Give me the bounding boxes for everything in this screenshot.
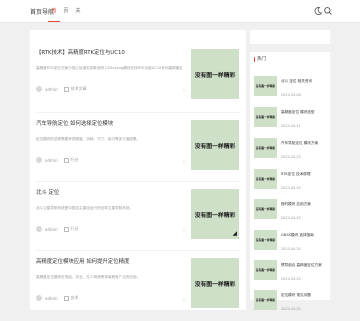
sidebar-spacer: [250, 30, 330, 44]
thumbnail-text: 没有图一样精彩: [194, 143, 236, 150]
sidebar-post-title[interactable]: 授时模块 应用方案: [281, 202, 311, 207]
article-list: 【RTK技术】高精度RTK定位与UC10 高精度RTK定位方案介绍以及相关参数说…: [30, 30, 246, 310]
folder-icon: [63, 86, 69, 92]
thumbnail-text: 没有图一样精彩: [194, 72, 236, 79]
sidebar-post[interactable]: 没有图一样精彩 汽车导航定位 模块方案 2023-04-23: [254, 138, 328, 160]
chevron-right-icon[interactable]: ›: [183, 88, 185, 94]
article-excerpt: 定位模块的选择需要考虑精度、功耗、尺寸、接口等多方面因素。: [36, 137, 141, 141]
corner-mark-icon: ◢: [232, 231, 237, 237]
article-card[interactable]: 北斗 定位 北斗卫星导航系统是中国自主建设运行的全球卫星导航系统。 admin …: [36, 181, 240, 252]
sidebar-post-title[interactable]: RTK定位 技术原理: [281, 172, 311, 177]
sidebar-post-title[interactable]: 定位模块 常见问题: [281, 293, 311, 298]
article-author[interactable]: admin: [45, 158, 58, 163]
thumbnail-text: 没有图一样精彩: [255, 146, 276, 150]
sidebar-post[interactable]: 没有图一样精彩 GNSS模块 选择指南 2023-04-25: [254, 230, 328, 252]
article-meta: admin 技术: [36, 294, 79, 302]
sidebar-post-thumbnail[interactable]: 没有图一样精彩: [254, 230, 277, 250]
article-excerpt: 高精度RTK定位方案介绍以及相关参数说明 UC6xxxxg模块支持RTK功能UC…: [36, 66, 182, 70]
article-thumbnail[interactable]: 没有图一样精彩: [191, 120, 239, 170]
folder-icon: [63, 157, 69, 163]
thumbnail-text: 没有图一样精彩: [255, 207, 276, 211]
sidebar-post[interactable]: 没有图一样精彩 授时模块 应用方案 2023-04-25: [254, 199, 328, 221]
user-avatar-icon: [36, 295, 42, 301]
article-card[interactable]: 汽车导航定位 如何选择定位模块 定位模块的选择需要考虑精度、功耗、尺寸、接口等多…: [36, 112, 240, 183]
article-title[interactable]: 汽车导航定位 如何选择定位模块: [36, 119, 181, 127]
sidebar-post-title[interactable]: 惯导组合 高精度定位方案: [281, 263, 322, 268]
user-avatar-icon: [36, 86, 42, 92]
thumbnail-text: 没有图一样精彩: [255, 268, 276, 272]
article-category[interactable]: 行业: [71, 157, 79, 163]
moon-icon[interactable]: [313, 6, 323, 16]
sidebar-post-date: 2023-04-23: [281, 155, 301, 159]
sidebar-post-thumbnail[interactable]: 没有图一样精彩: [254, 138, 277, 158]
sidebar-post-date: 2023-04-11: [281, 124, 301, 128]
user-avatar-icon: [36, 226, 42, 232]
user-avatar-icon: [36, 157, 42, 163]
sidebar-post-date: 2023-04-08: [281, 93, 301, 97]
nav-item-2[interactable]: 关: [72, 0, 84, 22]
article-excerpt: 高精度定位模块在测绘、农业、无人驾驶等领域具有广泛的应用。: [36, 275, 141, 279]
sidebar-post-title[interactable]: 北斗 定位 相关资讯: [281, 79, 312, 84]
article-author[interactable]: admin: [45, 87, 58, 92]
article-category[interactable]: 技术文章: [71, 86, 87, 92]
widget-title: 热门: [254, 57, 266, 62]
article-thumbnail[interactable]: 没有图一样精彩: [191, 258, 239, 308]
sidebar-post-title[interactable]: 高精度定位 模块选型: [281, 110, 315, 115]
article-meta: admin 行业: [36, 156, 79, 164]
article-title[interactable]: 高精度定位模块应用 如何提升定位精度: [36, 257, 181, 265]
thumbnail-text: 没有图一样精彩: [255, 177, 276, 181]
article-thumbnail[interactable]: 没有图一样精彩 ◢: [191, 189, 239, 239]
article-author[interactable]: admin: [45, 227, 58, 232]
article-category[interactable]: 行业: [71, 226, 79, 232]
sidebar-post[interactable]: 没有图一样精彩 北斗 定位 相关资讯 2023-04-08: [254, 76, 328, 98]
sidebar-post-date: 2023-04-25: [281, 247, 301, 251]
sidebar-post-date: 2023-04-25: [281, 307, 301, 311]
sidebar-post-title[interactable]: GNSS模块 选择指南: [281, 233, 314, 238]
nav-item-0[interactable]: 首: [48, 0, 60, 22]
folder-icon: [63, 226, 69, 232]
article-thumbnail[interactable]: 没有图一样精彩: [191, 49, 239, 99]
sidebar-post-thumbnail[interactable]: 没有图一样精彩: [254, 290, 277, 310]
search-icon[interactable]: [323, 6, 333, 16]
chevron-right-icon[interactable]: ›: [183, 159, 185, 165]
article-card[interactable]: 高精度定位模块应用 如何提升定位精度 高精度定位模块在测绘、农业、无人驾驶等领域…: [36, 250, 240, 321]
article-title[interactable]: 【RTK技术】高精度RTK定位与UC10: [36, 48, 181, 56]
sidebar-post-title[interactable]: 汽车导航定位 模块方案: [281, 141, 318, 146]
thumbnail-text: 没有图一样精彩: [255, 84, 276, 88]
thumbnail-text: 没有图一样精彩: [194, 281, 236, 288]
article-meta: admin 技术文章: [36, 85, 87, 93]
sidebar-post-date: 2023-04-25: [281, 277, 301, 281]
sidebar-post[interactable]: 没有图一样精彩 定位模块 常见问题 2023-04-25: [254, 290, 328, 312]
article-title[interactable]: 北斗 定位: [36, 188, 181, 196]
sidebar-post-thumbnail[interactable]: 没有图一样精彩: [254, 76, 277, 96]
sidebar-post-date: 2023-04-25: [281, 216, 301, 220]
sidebar-post-date: 2023-04-25: [281, 186, 301, 190]
sidebar-post-thumbnail[interactable]: 没有图一样精彩: [254, 199, 277, 219]
article-card[interactable]: 【RTK技术】高精度RTK定位与UC10 高精度RTK定位方案介绍以及相关参数说…: [36, 42, 240, 112]
article-meta: admin 行业: [36, 225, 79, 233]
chevron-right-icon[interactable]: ›: [183, 228, 185, 234]
chevron-right-icon[interactable]: ›: [183, 297, 185, 303]
thumbnail-text: 没有图一样精彩: [255, 298, 276, 302]
sidebar-widget: 热门 没有图一样精彩 北斗 定位 相关资讯 2023-04-08 没有图一样精彩…: [250, 52, 330, 311]
sidebar-post[interactable]: 没有图一样精彩 惯导组合 高精度定位方案 2023-04-25: [254, 260, 328, 282]
sidebar-post[interactable]: 没有图一样精彩 RTK定位 技术原理 2023-04-25: [254, 169, 328, 191]
thumbnail-text: 没有图一样精彩: [255, 238, 276, 242]
thumbnail-text: 没有图一样精彩: [194, 212, 236, 219]
article-excerpt: 北斗卫星导航系统是中国自主建设运行的全球卫星导航系统。: [36, 206, 134, 210]
main-nav: 首 页 关: [48, 0, 84, 22]
sidebar-post[interactable]: 没有图一样精彩 高精度定位 模块选型 2023-04-11: [254, 107, 328, 129]
thumbnail-text: 没有图一样精彩: [255, 115, 276, 119]
sidebar-post-thumbnail[interactable]: 没有图一样精彩: [254, 260, 277, 280]
nav-item-1[interactable]: 页: [60, 0, 72, 22]
article-category[interactable]: 技术: [71, 295, 79, 301]
sidebar-post-thumbnail[interactable]: 没有图一样精彩: [254, 169, 277, 189]
sidebar-post-thumbnail[interactable]: 没有图一样精彩: [254, 107, 277, 127]
top-navbar: 首页导航 首 页 关: [0, 0, 360, 23]
